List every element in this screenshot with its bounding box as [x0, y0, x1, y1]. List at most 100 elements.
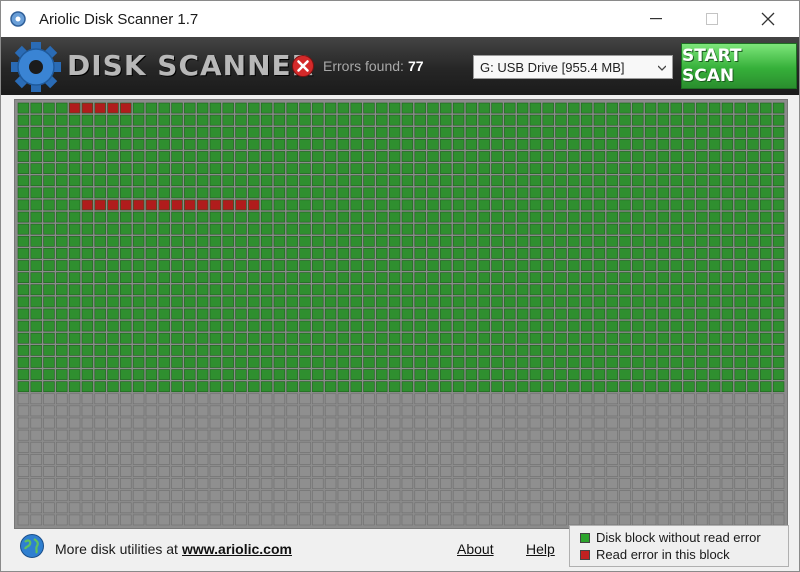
- ok-block: [299, 284, 311, 296]
- ok-block: [388, 381, 401, 393]
- ok-block: [81, 211, 94, 223]
- ok-block: [683, 223, 695, 235]
- ok-block: [452, 296, 465, 308]
- ok-block: [772, 199, 785, 211]
- ok-block: [209, 211, 222, 223]
- title-bar[interactable]: Ariolic Disk Scanner 1.7: [1, 1, 799, 37]
- help-link[interactable]: Help: [526, 541, 555, 557]
- unscanned-block: [184, 393, 196, 405]
- globe-icon: [20, 534, 44, 558]
- ok-block: [670, 126, 682, 138]
- unscanned-block: [593, 478, 606, 489]
- ok-block: [56, 126, 68, 138]
- unscanned-block: [273, 441, 286, 453]
- ok-block: [606, 296, 618, 308]
- ok-block: [593, 126, 606, 138]
- unscanned-block: [17, 405, 30, 417]
- ok-block: [555, 199, 567, 211]
- ok-block: [222, 187, 234, 199]
- close-button[interactable]: [745, 1, 791, 37]
- ok-block: [184, 357, 196, 368]
- unscanned-block: [184, 478, 196, 489]
- ok-block: [43, 175, 55, 187]
- ok-block: [542, 344, 554, 356]
- unscanned-block: [132, 441, 145, 453]
- ariolic-website-link[interactable]: www.ariolic.com: [182, 541, 292, 557]
- ok-block: [440, 272, 452, 284]
- unscanned-block: [747, 502, 759, 514]
- unscanned-block: [248, 478, 260, 489]
- ok-block: [491, 369, 503, 380]
- ok-block: [260, 114, 273, 126]
- ok-block: [504, 320, 516, 332]
- ok-block: [734, 235, 746, 247]
- unscanned-block: [747, 490, 759, 502]
- ok-block: [542, 284, 554, 296]
- ok-block: [721, 369, 734, 380]
- drive-select[interactable]: G: USB Drive [955.4 MB]: [473, 55, 673, 79]
- ok-block: [580, 199, 593, 211]
- unscanned-block: [516, 466, 529, 477]
- ok-block: [363, 102, 375, 114]
- ok-block: [529, 308, 542, 320]
- unscanned-block: [619, 502, 631, 514]
- ok-block: [491, 114, 503, 126]
- about-link[interactable]: About: [457, 541, 494, 557]
- maximize-button[interactable]: [689, 1, 735, 37]
- ok-block: [593, 369, 606, 380]
- unscanned-block: [171, 502, 183, 514]
- ok-block: [491, 296, 503, 308]
- ok-block: [516, 187, 529, 199]
- ok-block: [222, 114, 234, 126]
- start-scan-button[interactable]: START SCAN: [681, 43, 797, 89]
- ok-block: [171, 163, 183, 174]
- ok-block: [94, 296, 106, 308]
- ok-block: [376, 151, 388, 162]
- ok-block: [299, 211, 311, 223]
- unscanned-block: [222, 405, 234, 417]
- ok-block: [772, 223, 785, 235]
- unscanned-block: [56, 393, 68, 405]
- ok-block: [516, 284, 529, 296]
- ok-block: [555, 296, 567, 308]
- unscanned-block: [414, 454, 426, 465]
- ok-block: [107, 223, 119, 235]
- ok-block: [81, 272, 94, 284]
- ok-block: [260, 187, 273, 199]
- unscanned-block: [696, 417, 708, 429]
- ok-block: [120, 332, 132, 344]
- ok-block: [209, 102, 222, 114]
- ok-block: [337, 332, 350, 344]
- unscanned-block: [94, 478, 106, 489]
- unscanned-block: [260, 454, 273, 465]
- unscanned-block: [209, 478, 222, 489]
- ok-block: [696, 320, 708, 332]
- unscanned-block: [94, 441, 106, 453]
- unscanned-block: [132, 490, 145, 502]
- unscanned-block: [145, 490, 158, 502]
- ok-block: [452, 102, 465, 114]
- ok-block: [401, 199, 414, 211]
- unscanned-block: [683, 405, 695, 417]
- ok-block: [260, 308, 273, 320]
- minimize-button[interactable]: [633, 1, 679, 37]
- ok-block: [606, 114, 618, 126]
- unscanned-block: [337, 405, 350, 417]
- ok-block: [478, 357, 490, 368]
- unscanned-block: [171, 490, 183, 502]
- ok-block: [555, 344, 567, 356]
- ok-block: [145, 151, 158, 162]
- ok-block: [286, 357, 298, 368]
- ok-block: [312, 126, 324, 138]
- unscanned-block: [504, 417, 516, 429]
- unscanned-block: [158, 429, 170, 441]
- ok-block: [158, 296, 170, 308]
- ok-block: [273, 223, 286, 235]
- unscanned-block: [107, 417, 119, 429]
- ok-block: [120, 211, 132, 223]
- unscanned-block: [440, 490, 452, 502]
- ok-block: [260, 211, 273, 223]
- ok-block: [120, 381, 132, 393]
- unscanned-block: [350, 429, 362, 441]
- ok-block: [580, 296, 593, 308]
